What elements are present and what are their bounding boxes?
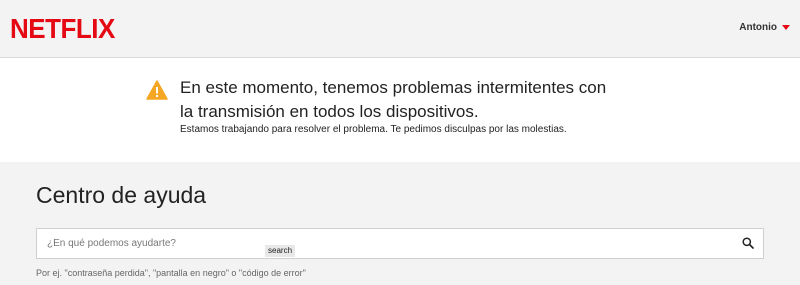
search-box[interactable] [36,228,764,259]
netflix-logo[interactable]: NETFLIX [10,11,115,46]
warning-icon [146,80,168,100]
search-button[interactable]: search [265,245,296,257]
help-center-section: Centro de ayuda Por ej. "contraseña perd… [0,162,800,285]
search-input[interactable] [37,229,727,258]
profile-menu[interactable]: Antonio [739,22,790,33]
search-icon[interactable] [742,237,754,249]
page-title: Centro de ayuda [36,182,207,208]
alert-banner: En este momento, tenemos problemas inter… [0,58,800,162]
caret-down-icon[interactable] [782,25,790,30]
profile-name[interactable]: Antonio [739,22,777,33]
header: NETFLIX Antonio [0,0,800,58]
alert-subtitle: Estamos trabajando para resolver el prob… [180,124,567,135]
search-hint: Por ej. "contraseña perdida", "pantalla … [36,268,306,278]
alert-title: En este momento, tenemos problemas inter… [180,78,607,121]
